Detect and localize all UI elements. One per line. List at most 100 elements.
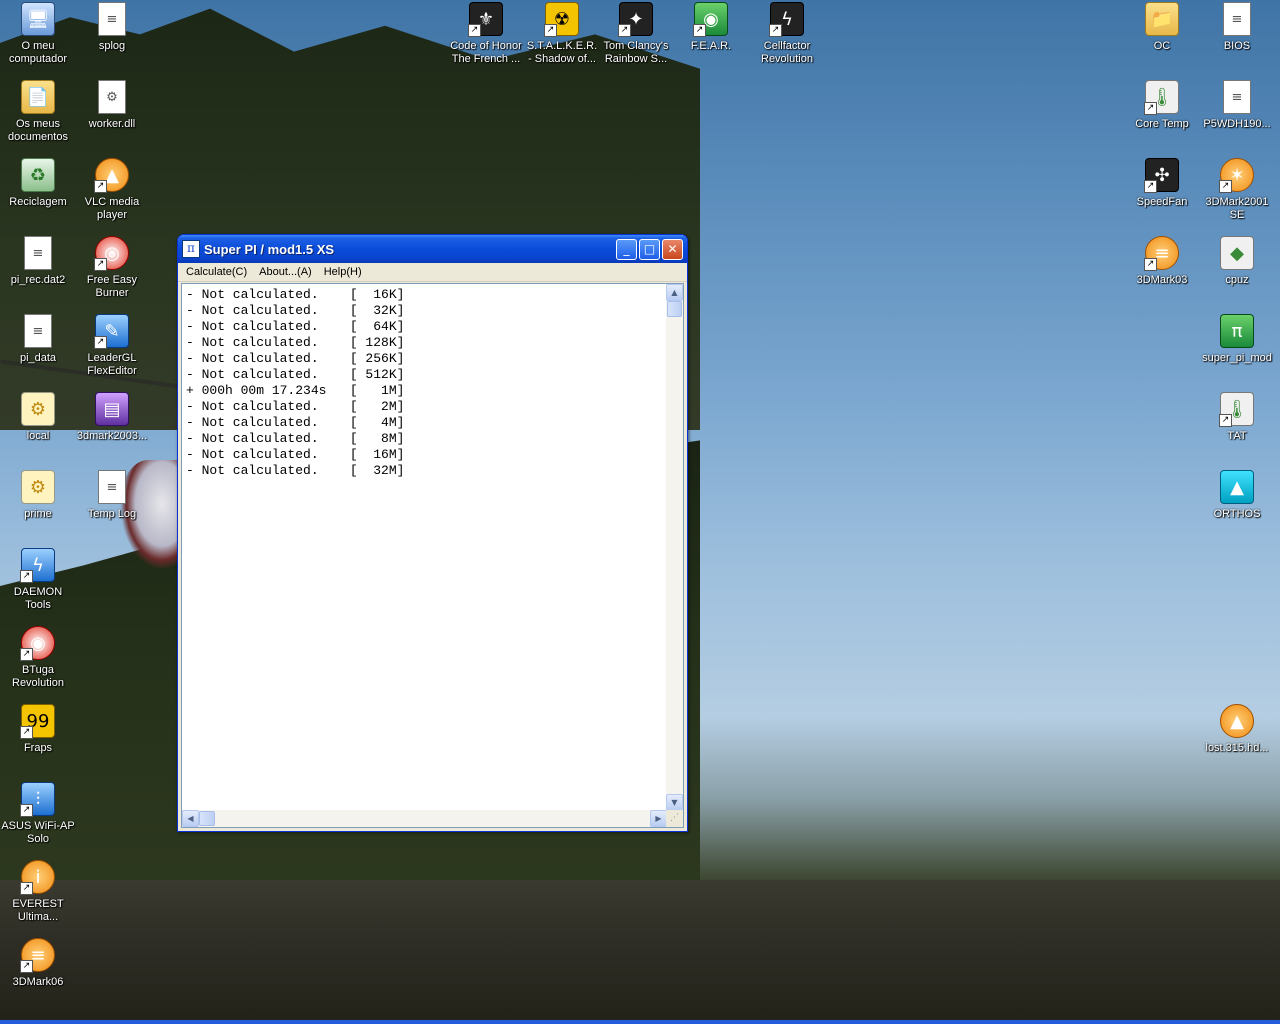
superpi-app-icon[interactable]: π xyxy=(182,240,200,258)
shortcut-arrow-icon: ↗ xyxy=(20,882,33,895)
desktop-icon-label: Reciclagem xyxy=(9,196,67,208)
desktop-icon[interactable]: 📄 Os meus documentos xyxy=(0,80,76,144)
vlc-cone-icon: ▲ xyxy=(1220,704,1254,738)
cd-burner-icon: ◎ ↗ xyxy=(94,236,129,271)
desktop-icon-label: Core Temp xyxy=(1135,118,1189,130)
desktop-icon[interactable]: 99 ↗ Fraps xyxy=(0,704,76,755)
result-line: - Not calculated. [ 2M] xyxy=(186,399,405,414)
result-line: - Not calculated. [ 4M] xyxy=(186,415,405,430)
menu-help[interactable]: Help(H) xyxy=(318,266,368,278)
fraps-icon: 99 ↗ xyxy=(20,704,55,739)
desktop-icon[interactable]: ⫶ ↗ ASUS WiFi-AP Solo xyxy=(0,782,76,846)
desktop-icon[interactable]: ⚙ worker.dll xyxy=(74,80,150,131)
maximize-button[interactable]: □ xyxy=(639,238,660,260)
desktop-icon[interactable]: ≡ ↗ 3DMark06 xyxy=(0,938,76,989)
desktop-icon[interactable]: 🌡 ↗ TAT xyxy=(1199,392,1275,443)
scroll-down-arrow-icon[interactable]: ▼ xyxy=(666,794,683,811)
desktop-icon[interactable]: ◉ ↗ F.E.A.R. xyxy=(673,2,749,53)
desktop-icon-label: splog xyxy=(98,40,126,52)
desktop-icon-label: BIOS xyxy=(1223,40,1251,52)
data-file-icon: ≡ xyxy=(24,236,52,270)
desktop-icon-label: F.E.A.R. xyxy=(690,40,732,52)
desktop-icon-label: DAEMON Tools xyxy=(13,586,63,611)
desktop-icon-label: Free Easy Burner xyxy=(86,274,138,299)
desktop-icon[interactable]: ▲ ORTHOS xyxy=(1199,470,1275,521)
desktop-icon[interactable]: ▲ lost.315.hd... xyxy=(1199,704,1275,755)
shortcut-arrow-icon: ↗ xyxy=(468,24,481,37)
desktop-icon[interactable]: ⚙ local xyxy=(0,392,76,443)
chip-icon: ◆ xyxy=(1220,236,1254,270)
desktop-icon[interactable]: ☢ ↗ S.T.A.L.K.E.R. - Shadow of... xyxy=(524,2,600,66)
editor-icon: ✎ ↗ xyxy=(94,314,129,349)
results-text-area[interactable]: - Not calculated. [ 16K] - Not calculated… xyxy=(182,284,667,811)
info-icon: i ↗ xyxy=(20,860,55,895)
desktop-icon[interactable]: ◆ cpuz xyxy=(1199,236,1275,287)
superpi-window[interactable]: π Super PI / mod1.5 XS _ □ ✕ Calculate(C… xyxy=(177,234,688,832)
btuga-icon: ◉ ↗ xyxy=(20,626,55,661)
3dmark-icon: ≡ ↗ xyxy=(1144,236,1179,271)
desktop-icon-label: ORTHOS xyxy=(1213,508,1261,520)
shortcut-arrow-icon: ↗ xyxy=(20,570,33,583)
daemon-tools-icon: ϟ ↗ xyxy=(20,548,55,583)
desktop-icon[interactable]: ≡ P5WDH190... xyxy=(1199,80,1275,131)
desktop-icon-label: Os meus documentos xyxy=(8,118,68,143)
horizontal-scroll-thumb[interactable] xyxy=(199,811,215,826)
orthos-icon: ▲ xyxy=(1220,470,1254,504)
desktop-icon[interactable]: ♻ Reciclagem xyxy=(0,158,76,209)
data-file-icon: ≡ xyxy=(1223,80,1251,114)
text-document-icon: ≡ xyxy=(98,2,126,36)
desktop-icon-label: 3DMark03 xyxy=(1136,274,1188,286)
desktop-icon[interactable]: ≡ splog xyxy=(74,2,150,53)
desktop[interactable]: 🖥 O meu computador ≡ splog 📄 Os meus document… xyxy=(0,0,1280,1024)
desktop-icon[interactable]: i ↗ EVEREST Ultima... xyxy=(0,860,76,924)
desktop-icon[interactable]: 🌡 ↗ Core Temp xyxy=(1124,80,1200,131)
horizontal-scrollbar[interactable]: ◀ ▶ xyxy=(182,810,667,827)
data-file-icon: ≡ xyxy=(1223,2,1251,36)
desktop-icon[interactable]: ✶ ↗ 3DMark2001 SE xyxy=(1199,158,1275,222)
scroll-up-arrow-icon[interactable]: ▲ xyxy=(666,284,683,301)
desktop-icon[interactable]: ϟ ↗ Cellfactor Revolution xyxy=(749,2,825,66)
title-bar[interactable]: π Super PI / mod1.5 XS _ □ ✕ xyxy=(178,235,687,263)
scroll-right-arrow-icon[interactable]: ▶ xyxy=(650,810,667,827)
desktop-icon[interactable]: ▲ ↗ VLC media player xyxy=(74,158,150,222)
size-grip-icon[interactable]: ⋰ xyxy=(666,810,683,827)
result-line: + 000h 00m 17.234s [ 1M] xyxy=(186,383,405,398)
vertical-scrollbar[interactable]: ▲ ▼ xyxy=(666,284,683,811)
desktop-icon[interactable]: ≡ BIOS xyxy=(1199,2,1275,53)
scroll-left-arrow-icon[interactable]: ◀ xyxy=(182,810,199,827)
desktop-icon[interactable]: 🖥 O meu computador xyxy=(0,2,76,66)
pi-icon: π xyxy=(1220,314,1254,348)
shortcut-arrow-icon: ↗ xyxy=(544,24,557,37)
desktop-icon[interactable]: ϟ ↗ DAEMON Tools xyxy=(0,548,76,612)
desktop-icon[interactable]: ◎ ↗ Free Easy Burner xyxy=(74,236,150,300)
shortcut-arrow-icon: ↗ xyxy=(94,336,107,349)
desktop-icon[interactable]: ≡ ↗ 3DMark03 xyxy=(1124,236,1200,287)
shortcut-arrow-icon: ↗ xyxy=(769,24,782,37)
eye-icon: ◉ ↗ xyxy=(693,2,728,37)
desktop-icon[interactable]: ✣ ↗ SpeedFan xyxy=(1124,158,1200,209)
desktop-icon[interactable]: ≡ Temp Log xyxy=(74,470,150,521)
desktop-icon[interactable]: ⚜ ↗ Code of Honor The French ... xyxy=(448,2,524,66)
desktop-icon[interactable]: ≡ pi_rec.dat2 xyxy=(0,236,76,287)
minimize-button[interactable]: _ xyxy=(616,238,637,260)
result-line: - Not calculated. [ 16M] xyxy=(186,447,405,462)
result-line: - Not calculated. [ 32M] xyxy=(186,463,405,478)
vertical-scroll-thumb[interactable] xyxy=(667,301,682,317)
desktop-icon[interactable]: ⚙ prime xyxy=(0,470,76,521)
desktop-icon[interactable]: ≡ pi_data xyxy=(0,314,76,365)
desktop-icon[interactable]: ✎ ↗ LeaderGL FlexEditor xyxy=(74,314,150,378)
desktop-icon-label: SpeedFan xyxy=(1136,196,1188,208)
desktop-icon[interactable]: 📁 OC xyxy=(1124,2,1200,53)
shortcut-arrow-icon: ↗ xyxy=(20,804,33,817)
3dmark-icon: ≡ ↗ xyxy=(20,938,55,973)
menu-calculate[interactable]: Calculate(C) xyxy=(180,266,253,278)
desktop-icon[interactable]: ◉ ↗ BTuga Revolution xyxy=(0,626,76,690)
menu-about[interactable]: About...(A) xyxy=(253,266,318,278)
shortcut-arrow-icon: ↗ xyxy=(618,24,631,37)
computer-icon: 🖥 xyxy=(21,2,55,36)
desktop-icon[interactable]: π super_pi_mod xyxy=(1199,314,1275,365)
desktop-icon[interactable]: ✦ ↗ Tom Clancy's Rainbow S... xyxy=(598,2,674,66)
desktop-icon[interactable]: ▤ 3dmark2003... xyxy=(74,392,150,443)
desktop-icon-label: 3DMark06 xyxy=(12,976,64,988)
close-button[interactable]: ✕ xyxy=(662,238,683,260)
